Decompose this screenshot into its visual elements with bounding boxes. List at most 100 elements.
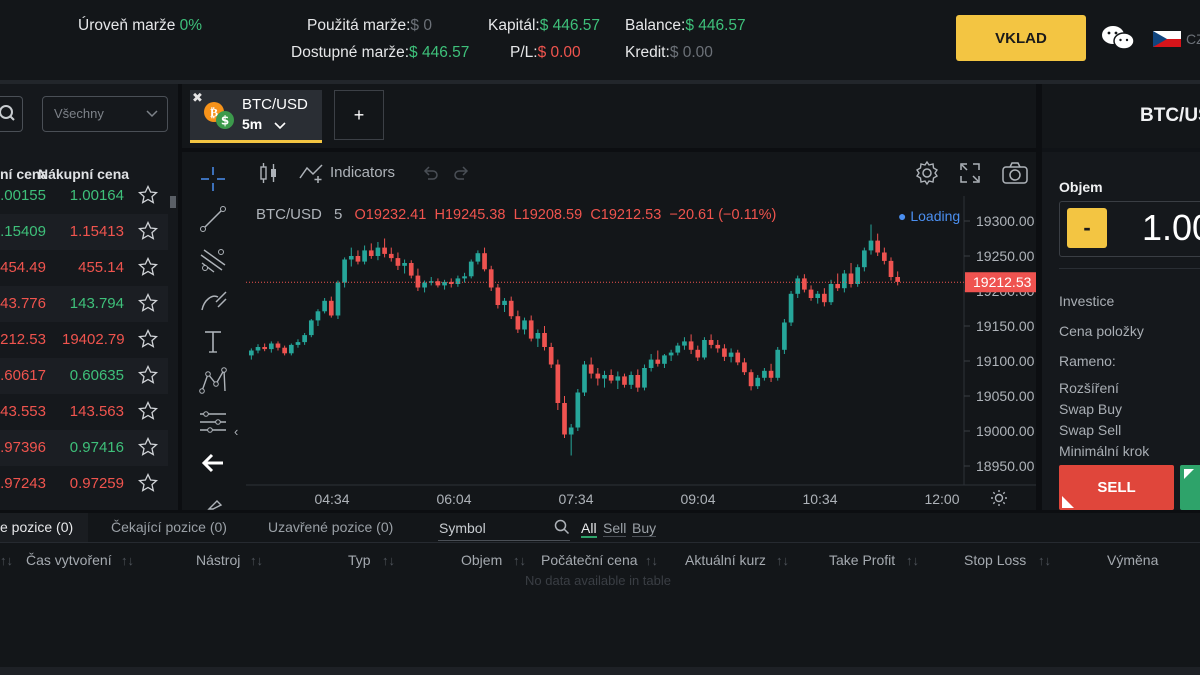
- column-type[interactable]: Typ: [348, 552, 371, 568]
- watchlist-row[interactable]: 43.776 143.794: [0, 286, 168, 322]
- candle-body: [822, 293, 827, 303]
- watchlist-row[interactable]: .15409 1.15413: [0, 214, 168, 250]
- watchlist-scrollbar[interactable]: [170, 196, 176, 208]
- star-icon[interactable]: [138, 257, 158, 277]
- sort-icon[interactable]: ↑↓: [513, 553, 526, 568]
- star-icon[interactable]: [138, 473, 158, 493]
- tab-pending-positions[interactable]: Čekající pozice (0): [111, 519, 227, 535]
- watchlist-row[interactable]: 43.553 143.563: [0, 394, 168, 430]
- arrow-left-icon[interactable]: [196, 446, 230, 480]
- candle-body: [335, 282, 341, 316]
- sort-icon[interactable]: ↑↓: [1038, 553, 1051, 568]
- sort-icon[interactable]: ↑↓: [121, 553, 134, 568]
- tab-open-positions[interactable]: e pozice (0): [0, 513, 88, 542]
- column-stop-loss[interactable]: Stop Loss: [964, 552, 1026, 568]
- chart-tab-btcusd[interactable]: ✖ ₿ $ BTC/USD 5m: [190, 90, 322, 143]
- star-icon[interactable]: [138, 221, 158, 241]
- column-instrument[interactable]: Nástroj: [196, 552, 240, 568]
- sort-icon[interactable]: ↑↓: [645, 553, 658, 568]
- candle-body: [495, 287, 501, 305]
- volume-input[interactable]: - 1.00: [1059, 201, 1200, 257]
- column-current-price[interactable]: Aktuální kurz: [685, 552, 766, 568]
- add-chart-button[interactable]: +: [334, 90, 384, 140]
- sort-icon[interactable]: ↑↓: [776, 553, 789, 568]
- bid-price: .97243: [0, 475, 46, 492]
- candle-body: [862, 250, 867, 268]
- filter-sell[interactable]: Sell: [603, 520, 627, 537]
- order-info-label: Rameno:: [1059, 353, 1116, 369]
- candle-body: [668, 352, 674, 356]
- candle-type-icon[interactable]: [256, 160, 282, 186]
- bid-price: .00155: [0, 187, 46, 204]
- column-swap[interactable]: Výměna: [1107, 552, 1158, 568]
- sort-icon[interactable]: ↑↓: [250, 553, 263, 568]
- chart-settings-icon[interactable]: [989, 488, 1009, 508]
- star-icon[interactable]: [138, 329, 158, 349]
- filter-select[interactable]: Všechny: [42, 96, 168, 132]
- watchlist-row[interactable]: 212.53 19402.79: [0, 322, 168, 358]
- language-code[interactable]: CZ: [1186, 31, 1200, 47]
- star-icon[interactable]: [138, 437, 158, 457]
- measure-tool-icon[interactable]: [196, 405, 230, 439]
- candle-body: [382, 247, 387, 254]
- watchlist-row[interactable]: .97243 0.97259: [0, 466, 168, 502]
- star-icon[interactable]: [138, 401, 158, 421]
- candle-body: [868, 240, 874, 251]
- column-open-price[interactable]: Počáteční cena: [541, 552, 638, 568]
- candle-body: [368, 250, 374, 256]
- search-button[interactable]: [0, 96, 23, 132]
- sort-icon[interactable]: ↑↓: [0, 553, 13, 568]
- candlestick-chart[interactable]: 19300.0019250.0019200.0019150.0019100.00…: [246, 196, 1036, 512]
- eraser-icon[interactable]: [205, 497, 225, 510]
- candle-body: [742, 362, 747, 373]
- star-icon[interactable]: [138, 293, 158, 313]
- collapse-toolbar-icon[interactable]: ‹: [234, 424, 238, 439]
- crosshair-icon[interactable]: [196, 162, 230, 196]
- candle-body: [395, 258, 401, 266]
- pattern-tool-icon[interactable]: [196, 364, 230, 398]
- sort-icon[interactable]: ↑↓: [382, 553, 395, 568]
- volume-minus-button[interactable]: -: [1067, 208, 1107, 248]
- candle-body: [408, 263, 414, 276]
- symbol-search-input[interactable]: Symbol: [438, 517, 570, 541]
- candle-body: [682, 341, 687, 346]
- column-take-profit[interactable]: Take Profit: [829, 552, 895, 568]
- candle-body: [635, 375, 641, 388]
- star-icon[interactable]: [138, 185, 158, 205]
- filter-buy[interactable]: Buy: [632, 520, 657, 537]
- watchlist-row[interactable]: 454.49 455.14: [0, 250, 168, 286]
- buy-button[interactable]: [1180, 465, 1200, 510]
- wechat-icon[interactable]: [1101, 24, 1135, 52]
- brush-icon[interactable]: [196, 283, 230, 317]
- camera-icon[interactable]: [1001, 161, 1029, 185]
- undo-icon[interactable]: [420, 163, 440, 183]
- column-created-time[interactable]: Čas vytvoření: [26, 552, 112, 568]
- order-panel: Objem - 1.00 Investice Cena položky Rameno…: [1042, 152, 1200, 510]
- chart-tab-symbol: BTC/USD: [242, 96, 308, 113]
- watchlist-row[interactable]: .00155 1.00164: [0, 178, 168, 214]
- fullscreen-icon[interactable]: [958, 161, 982, 185]
- deposit-button[interactable]: VKLAD: [956, 15, 1086, 61]
- text-tool-icon[interactable]: [196, 324, 230, 358]
- watchlist-row[interactable]: .97396 0.97416: [0, 430, 168, 466]
- trend-line-icon[interactable]: [196, 202, 230, 236]
- fib-retracement-icon[interactable]: [196, 243, 230, 277]
- sort-icon[interactable]: ↑↓: [906, 553, 919, 568]
- credit: Kredit:$ 0.00: [625, 44, 713, 61]
- candle-body: [815, 293, 821, 298]
- candle-body: [268, 343, 274, 350]
- candle-body: [415, 275, 421, 288]
- candle-body: [468, 261, 474, 277]
- tab-closed-positions[interactable]: Uzavřené pozice (0): [268, 519, 393, 535]
- czech-flag-icon[interactable]: [1153, 31, 1181, 47]
- column-volume[interactable]: Objem: [461, 552, 502, 568]
- sell-button[interactable]: SELL: [1059, 465, 1174, 510]
- order-info-label: Investice: [1059, 293, 1115, 309]
- watchlist-row[interactable]: .60617 0.60635: [0, 358, 168, 394]
- settings-gear-icon[interactable]: [914, 160, 940, 186]
- filter-all[interactable]: All: [581, 520, 597, 538]
- volume-value[interactable]: 1.00: [1142, 207, 1200, 249]
- star-icon[interactable]: [138, 365, 158, 385]
- redo-icon[interactable]: [452, 163, 472, 183]
- free-margin-value: $ 446.57: [409, 44, 470, 61]
